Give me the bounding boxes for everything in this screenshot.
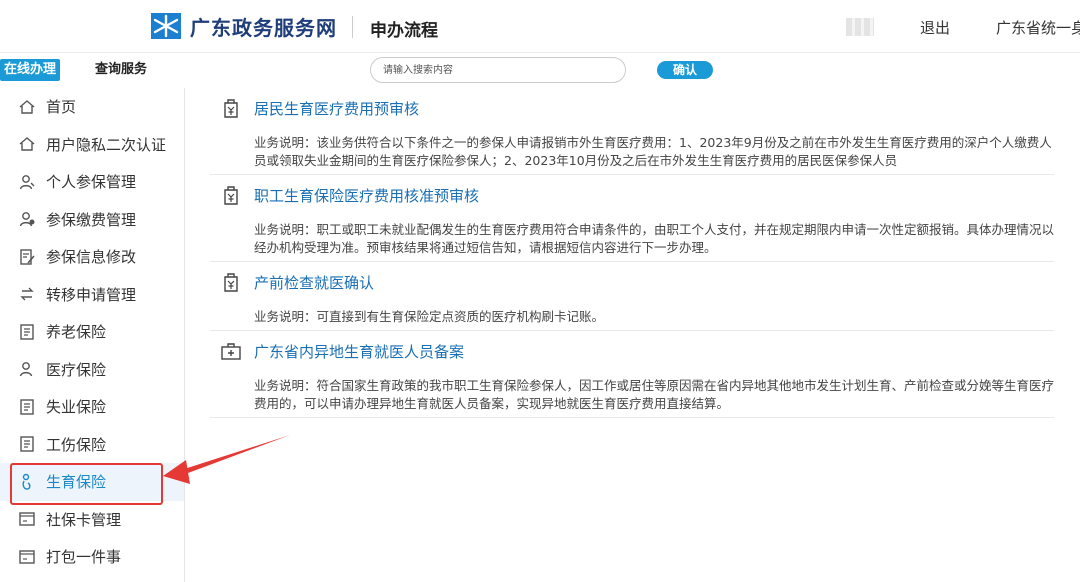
service-item: 居民生育医疗费用预审核 业务说明：该业务供符合以下条件之一的参保人申请报销市外生… [210, 88, 1054, 175]
sidebar-item-label: 失业保险 [46, 398, 107, 417]
highlight-box [10, 463, 163, 505]
home-icon [19, 99, 35, 114]
sidebar-item-label: 参保信息修改 [46, 248, 137, 267]
sidebar-item-label: 转移申请管理 [46, 285, 137, 304]
sidebar-item-pension[interactable]: 养老保险 [0, 313, 184, 351]
service-title[interactable]: 产前检查就医确认 [254, 272, 374, 293]
blurred-username [846, 18, 874, 36]
document-icon [20, 324, 34, 340]
page-title: 申办流程 [370, 21, 438, 41]
tab-online-service[interactable]: 在线办理 [0, 59, 61, 81]
sidebar-item-label: 参保缴费管理 [46, 210, 137, 229]
header-divider [352, 16, 353, 38]
sidebar-item-label: 个人参保管理 [46, 173, 137, 192]
service-item: 广东省内异地生育就医人员备案 业务说明：符合国家生育政策的我市职工生育保险参保人… [210, 331, 1054, 418]
sidebar-item-personal-insurance[interactable]: 个人参保管理 [0, 163, 184, 201]
site-logo[interactable]: 广东政务服务网 [150, 10, 337, 42]
sidebar: 首页 用户隐私二次认证 个人参保管理 参保缴费管理 参保信息修改 转移申请管理 … [0, 88, 185, 582]
sidebar-item-label: 医疗保险 [46, 360, 107, 379]
user-name[interactable]: 广东省统一身 [996, 17, 1080, 38]
service-item: 产前检查就医确认 业务说明：可直接到有生育保险定点资质的医疗机构刷卡记账。 [210, 262, 1054, 331]
sidebar-item-home[interactable]: 首页 [0, 88, 184, 126]
service-item: 职工生育保险医疗费用核准预审核 业务说明：职工或职工未就业配偶发生的生育医疗费用… [210, 175, 1054, 262]
edit-document-icon [20, 249, 35, 265]
sidebar-item-payment[interactable]: 参保缴费管理 [0, 201, 184, 239]
sidebar-item-work-injury[interactable]: 工伤保险 [0, 426, 184, 464]
header: 广东政务服务网 申办流程 退出 广东省统一身 [0, 0, 1080, 52]
home-icon [19, 137, 35, 151]
sidebar-item-privacy-auth[interactable]: 用户隐私二次认证 [0, 126, 184, 164]
service-header[interactable]: 职工生育保险医疗费用核准预审核 [210, 175, 1054, 215]
service-title[interactable]: 广东省内异地生育就医人员备案 [254, 341, 464, 362]
transfer-icon [20, 287, 34, 301]
service-description: 业务说明：职工或职工未就业配偶发生的生育医疗费用符合申请条件的，由职工个人支付，… [254, 222, 1055, 255]
person-money-icon [19, 212, 35, 227]
sidebar-item-unemployment[interactable]: 失业保险 [0, 388, 184, 426]
sidebar-item-label: 首页 [46, 98, 77, 117]
tab-query-service[interactable]: 查询服务 [95, 59, 147, 81]
document-icon [20, 436, 34, 452]
sidebar-item-label: 打包一件事 [46, 548, 122, 567]
nav-bar: 在线办理 查询服务 确认 [0, 52, 1080, 88]
sidebar-item-transfer[interactable]: 转移申请管理 [0, 276, 184, 314]
yuan-bag-icon [224, 273, 238, 292]
confirm-button[interactable]: 确认 [657, 61, 713, 79]
person-icon [19, 362, 33, 377]
document-icon [20, 399, 34, 415]
logout-link[interactable]: 退出 [920, 17, 950, 38]
service-header[interactable]: 产前检查就医确认 [210, 262, 1054, 302]
card-icon [19, 550, 35, 564]
sidebar-item-medical[interactable]: 医疗保险 [0, 351, 184, 389]
service-description: 业务说明：可直接到有生育保险定点资质的医疗机构刷卡记账。 [254, 309, 605, 324]
card-icon [19, 512, 35, 526]
service-title[interactable]: 居民生育医疗费用预审核 [254, 98, 419, 119]
sidebar-item-package[interactable]: 打包一件事 [0, 538, 184, 576]
search-input[interactable] [370, 57, 626, 83]
sidebar-item-label: 社保卡管理 [46, 510, 122, 529]
sidebar-item-label: 工伤保险 [46, 435, 107, 454]
sidebar-item-info-edit[interactable]: 参保信息修改 [0, 238, 184, 276]
logo-snowflake-icon [151, 13, 181, 39]
yuan-bag-icon [224, 99, 238, 118]
medical-kit-icon [221, 343, 241, 360]
yuan-bag-icon [224, 186, 238, 205]
sidebar-item-social-card[interactable]: 社保卡管理 [0, 501, 184, 539]
service-description: 业务说明：该业务供符合以下条件之一的参保人申请报销市外生育医疗费用：1、2023… [254, 135, 1052, 168]
service-header[interactable]: 广东省内异地生育就医人员备案 [210, 331, 1054, 371]
sidebar-item-label: 养老保险 [46, 323, 107, 342]
service-description: 业务说明：符合国家生育政策的我市职工生育保险参保人，因工作或居住等原因需在省内异… [254, 378, 1055, 411]
service-header[interactable]: 居民生育医疗费用预审核 [210, 88, 1054, 128]
service-list: 居民生育医疗费用预审核 业务说明：该业务供符合以下条件之一的参保人申请报销市外生… [210, 88, 1054, 418]
logo-text: 广东政务服务网 [190, 15, 337, 40]
person-icon [19, 174, 35, 189]
service-title[interactable]: 职工生育保险医疗费用核准预审核 [254, 185, 479, 206]
sidebar-item-label: 用户隐私二次认证 [46, 135, 167, 154]
